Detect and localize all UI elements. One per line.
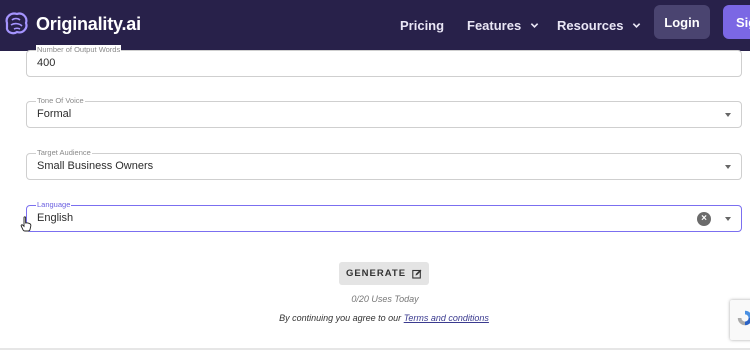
field-value: Small Business Owners — [37, 160, 154, 172]
field-label: Tone Of Voice — [36, 96, 85, 106]
brand-logo[interactable]: Originality.ai — [1, 9, 141, 39]
top-nav: Originality.ai Pricing Features Resource… — [0, 0, 750, 51]
field-label: Target Audience — [36, 148, 92, 158]
nav-link-pricing[interactable]: Pricing — [400, 0, 444, 51]
usage-counter: 0/20 Uses Today — [351, 294, 419, 304]
language-select[interactable]: Language English × — [26, 200, 742, 232]
dropdown-arrow-icon[interactable] — [725, 217, 731, 221]
target-audience-select[interactable]: Target Audience Small Business Owners — [26, 148, 742, 180]
nav-link-resources[interactable]: Resources — [557, 0, 641, 51]
generator-form: Number of Output Words 400 Tone Of Voice… — [0, 45, 750, 350]
edit-icon — [412, 269, 422, 279]
chevron-down-icon — [530, 23, 539, 28]
hand-pointer-icon — [20, 216, 32, 232]
consent-text: By continuing you agree to our Terms and… — [0, 313, 750, 323]
generate-label: GENERATE — [345, 268, 407, 279]
dropdown-arrow-icon[interactable] — [725, 113, 731, 117]
nav-link-features[interactable]: Features — [467, 0, 539, 51]
field-value: English — [37, 212, 74, 224]
brain-logo-icon — [5, 12, 28, 35]
field-value: 400 — [37, 57, 56, 69]
clear-x-icon[interactable]: × — [697, 212, 711, 226]
login-button[interactable]: Login — [654, 5, 710, 39]
word-count-field[interactable]: Number of Output Words 400 — [26, 45, 742, 77]
field-label: Language — [36, 200, 72, 210]
dropdown-arrow-icon[interactable] — [725, 165, 731, 169]
recaptcha-badge[interactable] — [730, 300, 750, 340]
chevron-down-icon — [633, 23, 641, 28]
tone-of-voice-select[interactable]: Tone Of Voice Formal — [26, 96, 742, 128]
field-value: Formal — [37, 108, 72, 120]
nav-link-label: Resources — [557, 18, 624, 33]
terms-link[interactable]: Terms and conditions — [404, 313, 489, 323]
recaptcha-icon — [737, 310, 750, 326]
field-label: Number of Output Words — [36, 45, 122, 55]
brand-name: Originality.ai — [36, 13, 141, 34]
nav-link-label: Features — [467, 18, 522, 33]
nav-link-label: Pricing — [400, 18, 445, 33]
signup-button[interactable]: Sig — [723, 5, 750, 39]
generate-button[interactable]: GENERATE — [339, 262, 429, 285]
consent-prefix: By continuing you agree to our — [279, 313, 404, 323]
